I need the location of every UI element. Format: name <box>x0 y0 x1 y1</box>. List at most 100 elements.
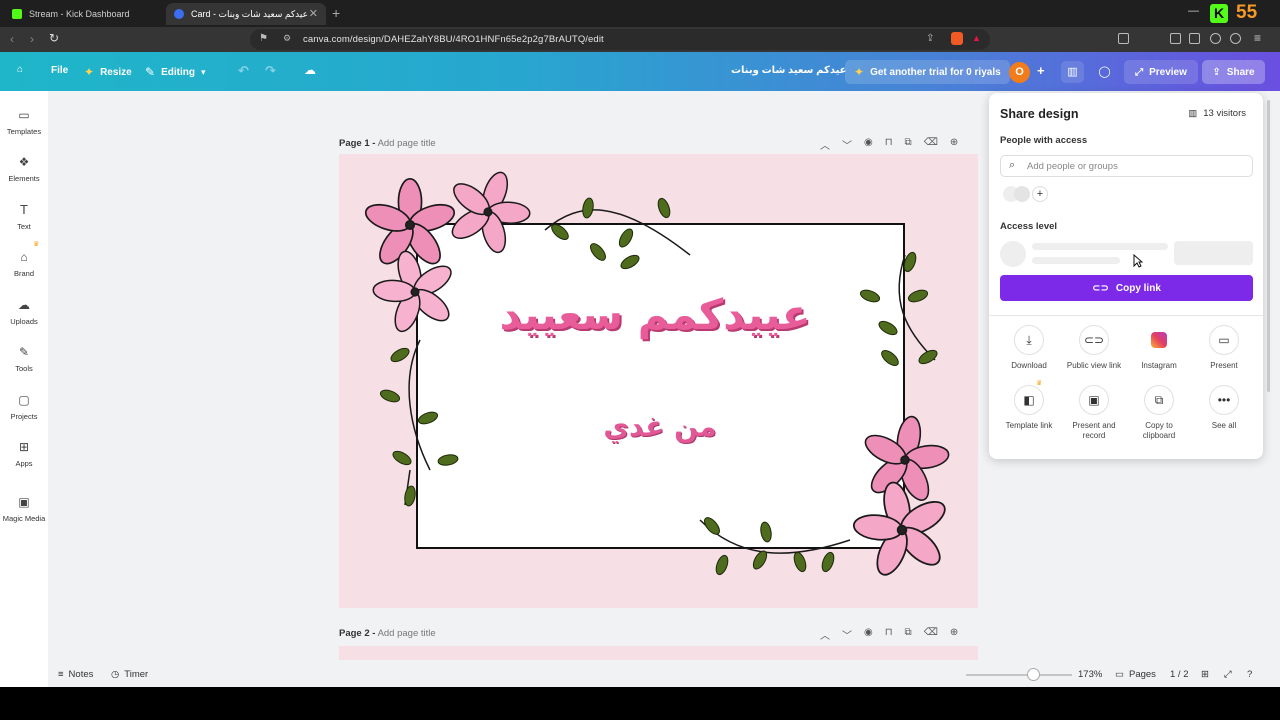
undo-icon[interactable]: ↶ <box>238 63 249 79</box>
tab-kick-dashboard[interactable]: Stream - Kick Dashboard <box>4 3 164 25</box>
rail-label: Elements <box>8 174 40 183</box>
brave-shield-icon[interactable] <box>951 32 963 45</box>
rail-label: Templates <box>6 127 42 136</box>
rail-item-apps[interactable]: ⊞ Apps <box>0 440 48 468</box>
url-text: canva.com/design/DAHEZahY8BU/4RO1HNFn65e… <box>303 34 604 45</box>
forward-icon[interactable]: › <box>30 32 34 46</box>
rail-item-elements[interactable]: ❖ Elements <box>0 155 48 183</box>
page-2-header[interactable]: Page 2 - Add page title <box>339 628 436 639</box>
fullscreen-icon[interactable]: ⤢ <box>1224 669 1232 680</box>
add-collaborator-icon[interactable]: + <box>1037 63 1045 78</box>
sidebar-toggle-icon[interactable] <box>1170 33 1181 44</box>
wallet-icon[interactable] <box>1189 33 1200 44</box>
add-person-icon[interactable]: + <box>1032 186 1048 202</box>
present-and-record-option[interactable]: ▣ Present and record <box>1062 385 1126 441</box>
add-page-icon[interactable]: ⊕ <box>950 137 958 152</box>
trash-icon[interactable]: ⌫ <box>924 627 938 642</box>
address-bar[interactable]: ⚑ ⚙ canva.com/design/DAHEZahY8BU/4RO1HNF… <box>250 29 990 50</box>
tab-canva-card[interactable]: Card - عيدكم سعيد شات وبنات ✕ <box>166 3 326 25</box>
resize-button[interactable]: ✦ Resize <box>84 65 132 79</box>
rail-item-brand[interactable]: ⌂ Brand ♛ <box>0 241 48 278</box>
brave-rewards-icon[interactable]: ▲ <box>972 33 981 43</box>
lock-icon[interactable]: ⊓ <box>885 137 893 152</box>
card-title[interactable]: عييدكمم سعييد <box>440 290 870 339</box>
trash-icon[interactable]: ⌫ <box>924 137 938 152</box>
rail-item-tools[interactable]: ✎ Tools <box>0 345 48 373</box>
close-tab-icon[interactable]: ✕ <box>309 7 318 20</box>
rail-item-templates[interactable]: ▭ Templates <box>0 108 48 136</box>
redo-icon[interactable]: ↷ <box>265 63 276 79</box>
avatar[interactable]: O <box>1009 62 1030 83</box>
zoom-slider-knob[interactable] <box>1026 668 1040 681</box>
trial-button[interactable]: ✦ Get another trial for 0 riyals <box>845 60 1010 84</box>
file-label: File <box>51 65 69 76</box>
template-link-option[interactable]: ◧ Template link ♛ <box>997 380 1061 431</box>
eye-icon[interactable]: ◉ <box>864 627 873 642</box>
rail-item-uploads[interactable]: ☁ Uploads <box>0 298 48 326</box>
notes-button[interactable]: ≡ Notes <box>58 669 93 680</box>
insights-icon[interactable]: ▥ <box>1061 61 1084 83</box>
chevron-down-icon[interactable]: ﹀ <box>842 627 852 642</box>
page-2-canvas[interactable] <box>339 646 978 660</box>
home-icon[interactable]: ⌂ <box>17 64 23 75</box>
canva-favicon-icon <box>174 9 184 19</box>
file-menu[interactable]: File <box>51 65 68 76</box>
bookmark-icon[interactable]: ⚑ <box>259 33 268 44</box>
reload-icon[interactable]: ↻ <box>49 31 59 45</box>
avatar[interactable] <box>1014 186 1030 202</box>
extensions-icon[interactable] <box>1118 33 1129 44</box>
rail-item-text[interactable]: T Text <box>0 203 48 232</box>
back-icon[interactable]: ‹ <box>10 32 14 46</box>
page-label: Page 2 - <box>339 628 376 639</box>
page-title-placeholder[interactable]: Add page title <box>378 138 436 149</box>
share-page-icon[interactable]: ⇪ <box>926 33 934 44</box>
design-title[interactable]: عيدكم سعيد شات وبنات <box>731 65 847 76</box>
visitors-button[interactable]: ▥ 13 visitors <box>1188 108 1246 119</box>
new-tab-button[interactable]: + <box>332 5 340 21</box>
grid-view-icon[interactable]: ⊞ <box>1201 669 1209 680</box>
leo-ai-icon[interactable] <box>1210 33 1221 44</box>
site-info-icon[interactable]: ⚙ <box>283 33 291 44</box>
share-button[interactable]: ⇪ Share <box>1202 60 1265 84</box>
scrollbar[interactable] <box>1267 100 1270 392</box>
page-title-placeholder[interactable]: Add page title <box>378 628 436 639</box>
help-icon[interactable]: ? <box>1247 669 1252 680</box>
copy-to-clipboard-option[interactable]: ⧉ Copy to clipboard <box>1127 385 1191 441</box>
instagram-option[interactable]: Instagram <box>1127 325 1191 371</box>
menu-icon[interactable]: ≡ <box>1254 31 1261 45</box>
chevron-up-icon[interactable]: ︿ <box>820 627 830 642</box>
page-1-header[interactable]: Page 1 - Add page title <box>339 138 436 149</box>
zoom-level[interactable]: 173% <box>1078 669 1102 680</box>
timer-button[interactable]: ◷ Timer <box>111 669 148 680</box>
rail-item-projects[interactable]: ▢ Projects <box>0 393 48 421</box>
eye-icon[interactable]: ◉ <box>864 137 873 152</box>
chevron-up-icon[interactable]: ︿ <box>820 137 830 152</box>
vpn-icon[interactable] <box>1230 33 1241 44</box>
upload-share-icon: ⇪ <box>1212 66 1221 78</box>
pages-button[interactable]: ▭ Pages <box>1115 669 1156 680</box>
chevron-down-icon[interactable]: ﹀ <box>842 137 852 152</box>
card-frame[interactable] <box>416 223 905 549</box>
zoom-slider[interactable] <box>966 674 1072 676</box>
editing-dropdown[interactable]: ✎ Editing ▾ <box>145 65 205 79</box>
card-subtitle[interactable]: من غدي <box>520 410 800 443</box>
template-link-icon: ◧ <box>1014 385 1044 415</box>
minimize-icon[interactable]: — <box>1188 5 1199 17</box>
add-page-icon[interactable]: ⊕ <box>950 627 958 642</box>
lock-icon[interactable]: ⊓ <box>885 627 893 642</box>
preview-button[interactable]: ⤢ Preview <box>1124 60 1198 84</box>
letterbox-bar <box>0 687 1280 720</box>
public-view-link-option[interactable]: ⊂⊃ Public view link <box>1062 325 1126 371</box>
copy-link-button[interactable]: ⊂⊃ Copy link <box>1000 275 1253 301</box>
duplicate-icon[interactable]: ⧉ <box>905 627 912 642</box>
pages-label: Pages <box>1128 669 1156 680</box>
comment-icon[interactable]: ◯ <box>1093 61 1116 83</box>
divider <box>989 315 1263 316</box>
add-people-input[interactable]: ⌕ Add people or groups <box>1000 155 1253 177</box>
rail-item-magic-media[interactable]: ▣ Magic Media <box>0 495 48 523</box>
cloud-saved-icon[interactable]: ☁ <box>304 63 316 77</box>
present-option[interactable]: ▭ Present <box>1192 325 1256 371</box>
see-all-option[interactable]: ••• See all <box>1192 385 1256 431</box>
download-option[interactable]: ⤓ Download <box>997 325 1061 371</box>
duplicate-icon[interactable]: ⧉ <box>905 137 912 152</box>
